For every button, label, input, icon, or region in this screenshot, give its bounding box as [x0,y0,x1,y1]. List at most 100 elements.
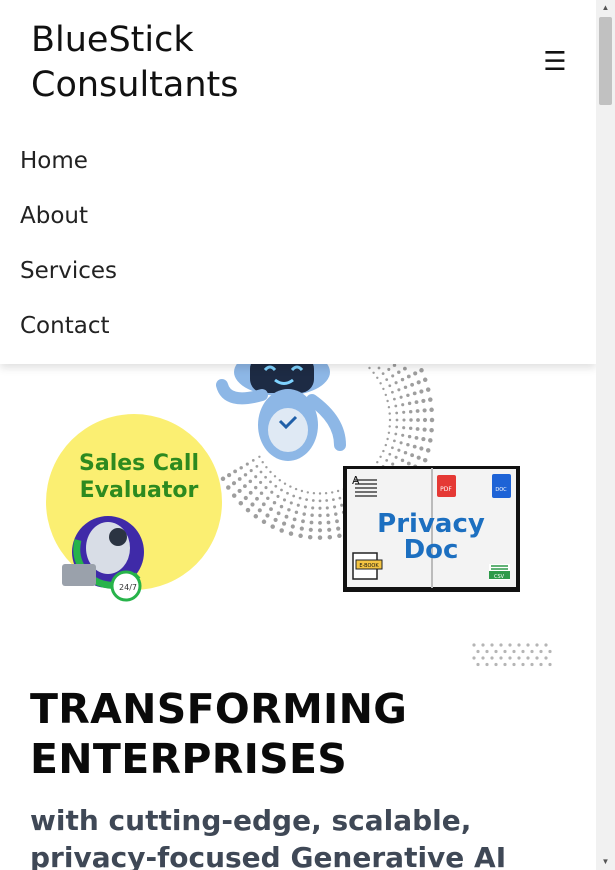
decor-grid-dot [476,662,480,667]
scroll-down-arrow-icon[interactable]: ▼ [596,854,615,870]
decor-dot [287,508,291,512]
decor-grid-dot [476,649,480,654]
decor-dot [231,481,237,486]
decor-dot [397,388,401,392]
brand-logo-text[interactable]: BlueStick Consultants [31,18,239,108]
decor-dot [337,533,342,539]
decor-dot [325,499,329,502]
decor-dot [397,448,401,452]
decor-dot [391,374,395,378]
decor-dot [402,410,406,414]
decor-dot [286,491,289,495]
decor-dot [325,506,329,510]
doc-label: DOC [495,487,507,493]
decor-dot [257,508,262,513]
nav-item-home[interactable]: Home [20,148,88,174]
decor-dot [273,475,277,478]
decor-grid-dot [499,656,503,660]
decor-dot [301,519,305,524]
decor-dot [403,385,408,390]
hamburger-icon[interactable]: ☰ [540,46,570,76]
decor-dot [310,513,314,517]
decor-dot [403,450,408,455]
decor-dot [384,443,387,447]
decor-dot [318,506,322,510]
decor-grid-dot [521,649,525,654]
decor-dot [428,438,433,443]
decor-dot [384,393,387,397]
decor-dot [266,496,270,501]
decor-dot [249,469,253,473]
decor-dot [324,492,328,495]
decor-dot [318,513,322,518]
hero-subheadline: with cutting-edge, scalable, privacy-foc… [30,804,507,870]
badge-line1: Sales Call [79,451,199,476]
decor-dot [300,489,304,493]
decor-dot [413,371,418,376]
decor-dot [238,500,244,506]
decor-dot [307,534,313,540]
decor-grid-dot [530,662,534,667]
decor-dot [269,470,272,474]
decor-dot [302,512,306,516]
decor-dot [422,427,427,432]
decor-dot [425,387,431,392]
decor-dot [388,412,391,415]
decor-dot [388,418,392,422]
nav-item-services[interactable]: Services [20,258,117,284]
decor-grid-dot [508,656,512,660]
decor-dot [264,486,268,490]
decor-grid-dot [490,643,494,647]
brand-line2: Consultants [31,65,239,105]
decor-dot [340,503,344,507]
decor-dot [231,493,237,498]
decor-dot [261,502,266,507]
decor-dot [327,534,333,540]
decor-dot [393,397,396,401]
decor-dot [381,372,385,375]
ebook-label: E-BOOK [359,563,379,569]
decor-dot [397,370,401,374]
decor-dot [279,528,284,533]
decor-dot [294,487,298,491]
nav-item-about[interactable]: About [20,203,88,229]
decor-dot [303,505,307,509]
decor-dot [326,520,331,525]
decor-dot [391,390,394,394]
scroll-up-arrow-icon[interactable]: ▲ [596,0,615,16]
nav-item-contact[interactable]: Contact [20,313,109,339]
decor-grid-dot [517,656,521,660]
decor-dot [294,510,299,515]
decor-dot [292,517,297,522]
nav-dropdown: Home About Services Contact [0,125,596,364]
decor-dot [317,528,323,533]
decor-dot [243,484,247,488]
decor-dot [283,482,287,485]
decor-dot [385,459,389,462]
decor-dot [422,377,428,383]
decor-dot [258,455,261,458]
decor-dot [259,491,264,495]
decor-dot [233,469,238,474]
decor-dot [336,489,340,493]
decor-dot [318,492,322,495]
hero-headline: TRANSFORMING ENTERPRISES [30,684,407,784]
decor-dot [298,533,303,539]
decor-dot [311,499,315,502]
decor-dot [412,391,417,396]
decor-dot [289,501,293,505]
decor-dot [400,458,405,463]
decor-dot [309,520,314,525]
vertical-scrollbar[interactable]: ▲ ▼ [596,0,615,870]
decor-dot [327,527,332,532]
decor-dot [276,511,281,516]
decor-dot [278,479,281,482]
decor-dot [388,425,391,428]
decor-grid-dot [494,662,498,667]
headline-line1: TRANSFORMING [30,685,408,733]
decor-dot [253,514,259,519]
decor-dot [270,524,275,529]
scrollbar-thumb[interactable] [599,17,612,105]
decor-dot [385,378,389,381]
decor-dot [279,504,284,509]
